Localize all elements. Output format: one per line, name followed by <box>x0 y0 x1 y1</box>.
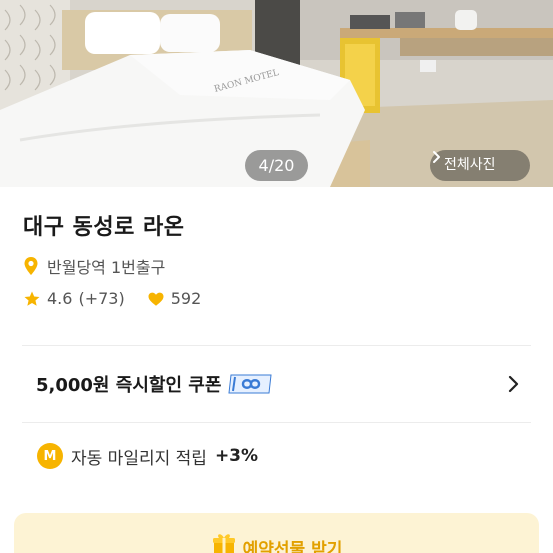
hotel-name: 대구 동성로 라온 <box>23 215 185 240</box>
heart-icon <box>148 292 164 306</box>
all-photos-label: 전체사진 <box>444 157 496 173</box>
all-photos-button[interactable]: 전체사진 <box>430 150 530 181</box>
divider <box>22 422 531 423</box>
photo-counter: 4/20 <box>245 150 308 181</box>
mileage-label: 자동 마일리지 적립 <box>71 448 207 469</box>
mileage-badge: M <box>37 443 63 469</box>
coupon-label: 5,000원 즉시할인 쿠폰 <box>36 375 222 396</box>
gift-icon <box>212 534 235 553</box>
coupon-row[interactable]: 5,000원 즉시할인 쿠폰 <box>22 348 531 420</box>
mileage-row: M 자동 마일리지 적립 +3% <box>37 443 258 469</box>
rating-value: 4.6 <box>47 289 73 308</box>
likes-count: 592 <box>170 289 202 308</box>
chevron-right-icon <box>433 151 440 163</box>
location-row[interactable]: 반월당역 1번출구 <box>23 254 165 278</box>
coupon-infinity-icon <box>228 374 272 394</box>
location-text: 반월당역 1번출구 <box>47 258 166 277</box>
banner-label: 예약선물 받기 <box>242 540 343 553</box>
chevron-right-icon <box>508 375 519 393</box>
review-count: (+73) <box>78 289 125 308</box>
room-photo-gallery[interactable]: RAON MOTEL 4/20 전체사진 <box>0 0 553 187</box>
reservation-gift-banner[interactable]: 예약선물 받기 <box>14 513 539 553</box>
rating-row[interactable]: 4.6 (+73) 592 <box>23 289 201 308</box>
divider <box>22 345 531 346</box>
location-pin-icon <box>24 257 38 275</box>
star-icon <box>24 291 40 306</box>
mileage-rate: +3% <box>214 446 259 466</box>
